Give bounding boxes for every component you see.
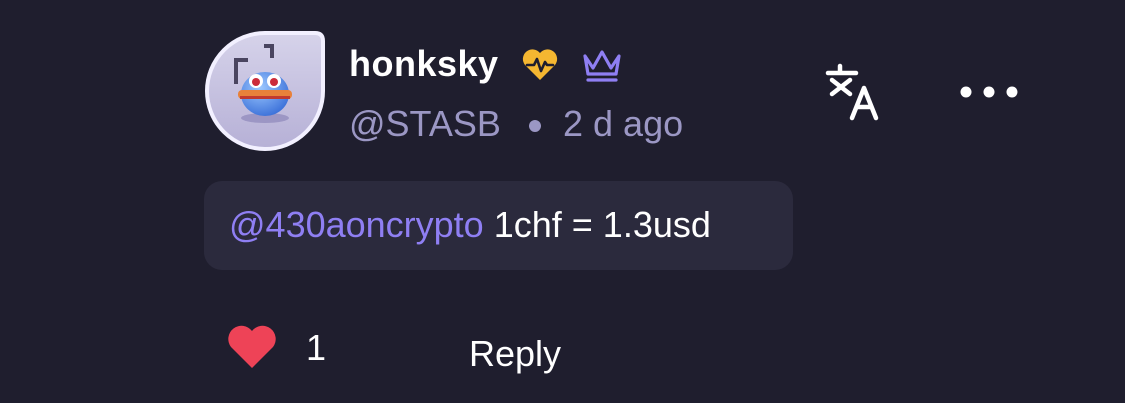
crown-icon [579,46,625,84]
ellipsis-icon [960,86,1018,98]
comment-body: 1chf = 1.3usd [483,204,711,245]
heart-icon [228,325,276,368]
translate-icon [825,63,879,121]
user-handle[interactable]: @STASB [349,102,501,146]
more-options-button[interactable] [955,78,1023,106]
reply-button[interactable]: Reply [469,332,561,376]
heart-pulse-icon [520,44,560,84]
avatar[interactable] [204,30,326,152]
like-count: 1 [306,327,327,368]
separator-dot [529,120,541,132]
like-button[interactable] [226,324,278,370]
username[interactable]: honksky [349,42,499,86]
translate-button[interactable] [822,62,886,122]
comment-bubble: @430aoncrypto 1chf = 1.3usd [204,181,793,270]
timestamp: 2 d ago [563,103,684,144]
mention-link[interactable]: @430aoncrypto [229,204,484,245]
comment-text: @430aoncrypto 1chf = 1.3usd [229,203,711,247]
